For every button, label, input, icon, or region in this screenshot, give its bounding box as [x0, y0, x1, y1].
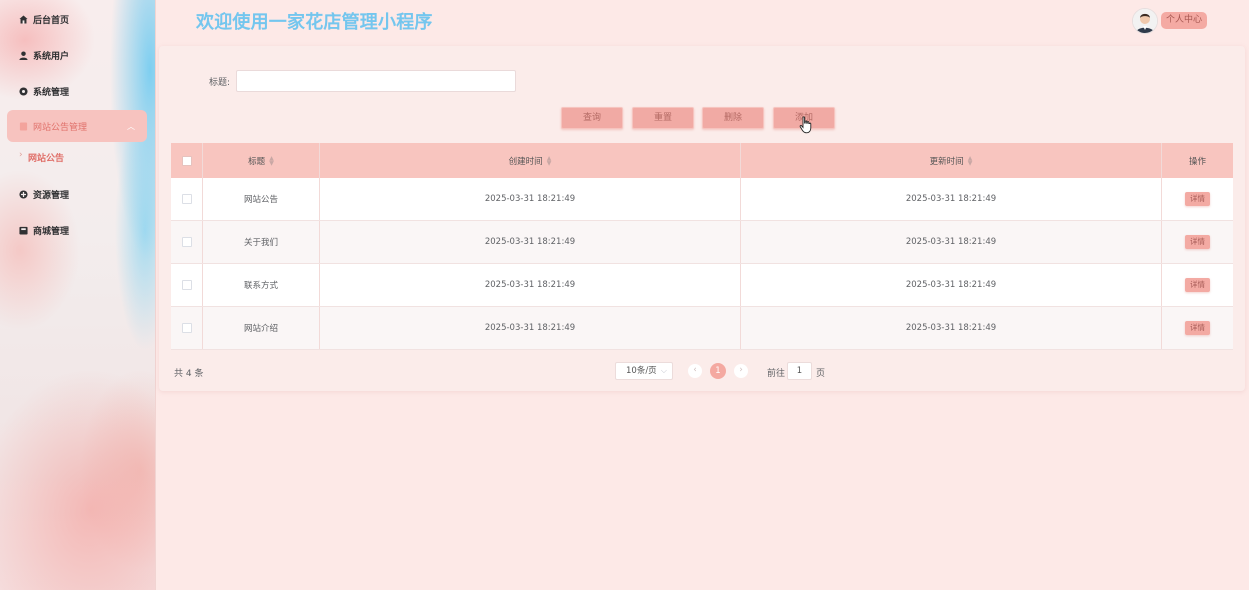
hand-cursor-icon — [799, 116, 812, 134]
avatar[interactable] — [1132, 8, 1158, 34]
sidebar-subitem-notice[interactable]: 网站公告 — [19, 150, 64, 164]
cell-updated: 2025-03-31 18:21:49 — [741, 264, 1162, 306]
prev-page-button[interactable]: ‹ — [688, 364, 702, 378]
row-checkbox[interactable] — [181, 237, 192, 247]
column-header-updated[interactable]: 更新时间 ▲ ▼ — [741, 143, 1162, 178]
profile-center-button[interactable]: 个人中心 — [1161, 12, 1208, 29]
sidebar-item-system[interactable]: 系统管理 — [7, 75, 147, 107]
delete-button[interactable]: 删除 — [702, 107, 764, 129]
sort-icon[interactable]: ▲ ▼ — [269, 155, 274, 166]
page-size-value: 10条/页 — [626, 366, 657, 376]
select-all-checkbox[interactable] — [181, 155, 192, 166]
goto-label: 前往 — [767, 369, 786, 379]
cell-created: 2025-03-31 18:21:49 — [320, 178, 741, 220]
cell-created: 2025-03-31 18:21:49 — [320, 264, 741, 306]
home-icon — [19, 14, 28, 24]
table-row[interactable]: 网站公告 2025-03-31 18:21:49 2025-03-31 18:2… — [171, 178, 1233, 221]
sidebar-item-label: 网站公告管理 — [33, 122, 88, 133]
sidebar-item-users[interactable]: 系统用户 — [7, 39, 147, 71]
chevron-up-icon: ︿ — [127, 122, 135, 131]
sidebar-item-notice-management[interactable]: 网站公告管理 ︿ — [7, 110, 147, 142]
cell-title: 网站介绍 — [203, 307, 320, 349]
column-header-action: 操作 — [1188, 156, 1206, 167]
title-search-label: 标题: — [209, 78, 231, 88]
detail-button[interactable]: 详情 — [1185, 278, 1210, 292]
shop-icon — [19, 226, 28, 235]
cell-updated: 2025-03-31 18:21:49 — [741, 307, 1162, 349]
sidebar-item-label: 资源管理 — [33, 190, 70, 201]
sidebar-item-label: 系统管理 — [33, 87, 70, 98]
column-header-title[interactable]: 标题 ▲ ▼ — [203, 143, 320, 178]
total-count: 共 4 条 — [174, 369, 204, 379]
cell-updated: 2025-03-31 18:21:49 — [741, 178, 1162, 220]
row-checkbox[interactable] — [181, 280, 192, 290]
table-row[interactable]: 关于我们 2025-03-31 18:21:49 2025-03-31 18:2… — [171, 221, 1233, 264]
gear-icon — [19, 86, 28, 96]
plus-circle-icon — [19, 189, 28, 199]
sidebar-item-label: 后台首页 — [33, 15, 70, 26]
reset-button[interactable]: 重置 — [632, 107, 694, 129]
current-page[interactable]: 1 — [710, 363, 726, 379]
column-header-created[interactable]: 创建时间 ▲ ▼ — [320, 143, 741, 178]
table-row[interactable]: 网站介绍 2025-03-31 18:21:49 2025-03-31 18:2… — [171, 307, 1233, 350]
cell-created: 2025-03-31 18:21:49 — [320, 307, 741, 349]
detail-button[interactable]: 详情 — [1185, 235, 1210, 249]
table-header-row: 标题 ▲ ▼ 创建时间 ▲ ▼ 更新时间 ▲ ▼ 操作 — [171, 143, 1233, 178]
goto-page-input[interactable] — [787, 362, 812, 380]
sidebar-item-label: 系统用户 — [33, 51, 70, 62]
notice-icon — [19, 121, 28, 131]
sort-icon[interactable]: ▲ ▼ — [968, 155, 973, 166]
sidebar-item-label: 商城管理 — [33, 226, 70, 237]
sidebar-item-home[interactable]: 后台首页 — [7, 3, 147, 35]
cell-created: 2025-03-31 18:21:49 — [320, 221, 741, 263]
table-row[interactable]: 联系方式 2025-03-31 18:21:49 2025-03-31 18:2… — [171, 264, 1233, 307]
cell-title: 网站公告 — [203, 178, 320, 220]
page-size-select[interactable]: 10条/页 ⌵ — [615, 362, 673, 380]
row-checkbox[interactable] — [181, 194, 192, 204]
sort-icon[interactable]: ▲ ▼ — [547, 155, 552, 166]
cell-title: 联系方式 — [203, 264, 320, 306]
next-page-button[interactable]: › — [734, 364, 748, 378]
sidebar: 后台首页 系统用户 系统管理 网站公告管理 ︿ 网站公告 资源管理 商城管理 — [0, 0, 156, 590]
detail-button[interactable]: 详情 — [1185, 321, 1210, 335]
query-button[interactable]: 查询 — [561, 107, 623, 129]
detail-button[interactable]: 详情 — [1185, 192, 1210, 206]
sidebar-item-resources[interactable]: 资源管理 — [7, 178, 147, 210]
cell-title: 关于我们 — [203, 221, 320, 263]
cell-updated: 2025-03-31 18:21:49 — [741, 221, 1162, 263]
user-icon — [19, 50, 28, 60]
title-search-input[interactable] — [236, 70, 516, 92]
row-checkbox[interactable] — [181, 323, 192, 333]
sidebar-item-shop[interactable]: 商城管理 — [7, 214, 147, 246]
page-unit-label: 页 — [816, 369, 826, 379]
chevron-down-icon: ⌵ — [660, 366, 667, 375]
app-title: 欢迎使用一家花店管理小程序 — [196, 12, 433, 33]
